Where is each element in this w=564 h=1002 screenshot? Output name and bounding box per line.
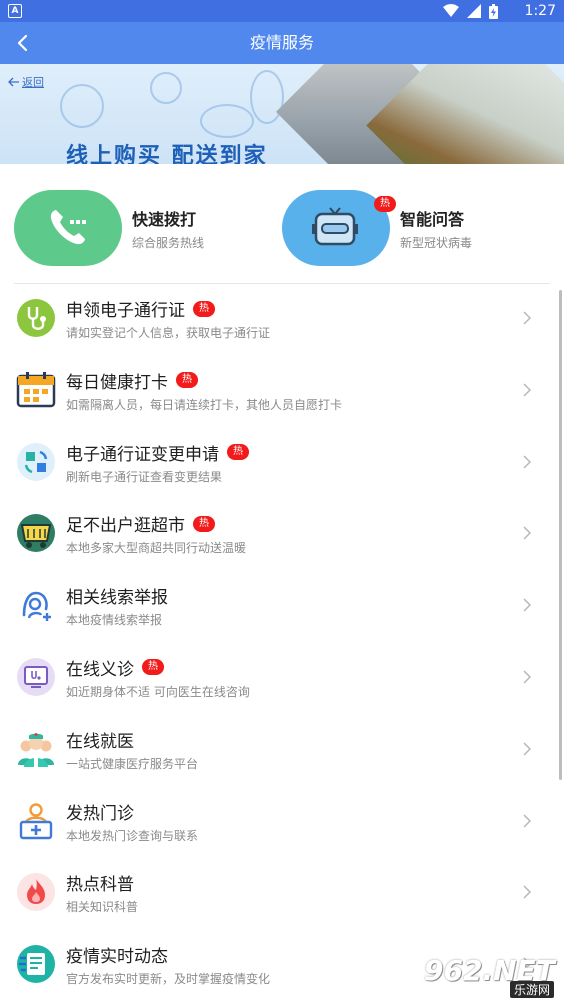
list-item-online-doctor[interactable]: 在线就医 一站式健康医疗服务平台 (0, 715, 564, 787)
chevron-right-icon (523, 742, 532, 756)
scrollbar[interactable] (559, 290, 562, 780)
quick-call-title: 快速拨打 (132, 209, 197, 229)
banner-doodle (250, 70, 284, 124)
item-title: 在线就医 (66, 731, 134, 752)
app-notification-icon: A (8, 4, 22, 18)
list-item-supermarket[interactable]: 足不出户逛超市 热 本地多家大型商超共同行动送温暖 (0, 499, 564, 571)
list-item-science[interactable]: 热点科普 相关知识科普 (0, 858, 564, 930)
quick-call-pill (14, 190, 122, 266)
item-description: 相关知识科普 (66, 900, 139, 915)
smart-qa-card[interactable]: 热 智能问答 新型冠状病毒 (282, 180, 472, 276)
promo-banner[interactable]: 返回 线上购买 配送到家 (0, 64, 564, 164)
item-title: 电子通行证变更申请 (66, 444, 219, 465)
chevron-right-icon (523, 383, 532, 397)
signal-icon (467, 4, 481, 18)
robot-icon (312, 207, 358, 246)
list-item-fever-clinic[interactable]: 发热门诊 本地发热门诊查询与联系 (0, 787, 564, 859)
news-icon (17, 945, 55, 984)
item-description: 如近期身体不适 可向医生在线咨询 (66, 684, 250, 699)
report-user-icon (22, 591, 51, 622)
app-bar: 疫情服务 (0, 22, 564, 64)
hot-badge: 热 (142, 659, 164, 676)
smart-qa-subtitle: 新型冠状病毒 (400, 235, 473, 250)
item-title: 每日健康打卡 (66, 372, 168, 393)
item-title: 在线义诊 (66, 659, 134, 680)
item-description: 请如实登记个人信息，获取电子通行证 (66, 326, 271, 340)
item-title: 发热门诊 (66, 803, 134, 824)
chevron-right-icon (523, 526, 532, 540)
hot-badge: 热 (374, 196, 396, 212)
back-link-label: 返回 (22, 76, 44, 89)
doctors-icon (18, 732, 54, 767)
list-item-e-pass-apply[interactable]: 申领电子通行证 热 请如实登记个人信息，获取电子通行证 (0, 284, 564, 356)
item-title: 足不出户逛超市 (66, 516, 185, 537)
item-description: 本地多家大型商超共同行动送温暖 (66, 541, 247, 556)
hot-badge: 热 (193, 515, 215, 532)
cart-icon (17, 514, 55, 553)
wifi-icon (443, 4, 459, 17)
item-description: 刷新电子通行证查看变更结果 (66, 469, 223, 484)
chevron-right-icon (523, 885, 532, 899)
page-title: 疫情服务 (249, 33, 314, 52)
chevron-right-icon (523, 455, 532, 469)
hot-badge: 热 (193, 300, 215, 317)
watermark-subtitle: 乐游网 (509, 981, 554, 998)
banner-back-link[interactable]: 返回 (8, 74, 44, 90)
watermark-logo: 962.NET 乐游网 (424, 954, 558, 998)
item-title: 疫情实时动态 (66, 947, 168, 968)
item-title: 相关线索举报 (66, 588, 168, 609)
chevron-right-icon (523, 311, 532, 325)
refresh-icon (17, 442, 55, 481)
item-description: 本地疫情线索举报 (66, 613, 163, 628)
status-bar: A 1:27 (0, 0, 564, 22)
hot-badge: 热 (227, 444, 249, 461)
item-description: 如需隔离人员，每日请连续打卡，其他人员自愿打卡 (66, 397, 343, 412)
banner-slogan: 线上购买 配送到家 (66, 144, 268, 164)
medical-kit-icon (19, 802, 53, 839)
hot-badge: 热 (176, 372, 198, 389)
list-item-daily-checkin[interactable]: 每日健康打卡 热 如需隔离人员，每日请连续打卡，其他人员自愿打卡 (0, 356, 564, 428)
list-item-online-consult[interactable]: 在线义诊 热 如近期身体不适 可向医生在线咨询 (0, 643, 564, 715)
monitor-stethoscope-icon (17, 657, 55, 696)
chevron-right-icon (523, 598, 532, 612)
quick-call-subtitle: 综合服务热线 (132, 235, 205, 250)
item-description: 本地发热门诊查询与联系 (66, 828, 199, 843)
banner-doodle (150, 72, 182, 104)
list-item-report[interactable]: 相关线索举报 本地疫情线索举报 (0, 571, 564, 643)
chevron-right-icon (523, 814, 532, 828)
chevron-right-icon (523, 670, 532, 684)
item-description: 官方发布实时更新，及时掌握疫情变化 (66, 972, 271, 987)
item-description: 一站式健康医疗服务平台 (66, 756, 199, 771)
clock: 1:27 (524, 3, 556, 19)
flame-icon (17, 873, 55, 912)
battery-icon (489, 3, 498, 19)
item-title: 热点科普 (66, 875, 134, 896)
smart-qa-pill: 热 (282, 190, 396, 266)
calendar-icon (16, 371, 56, 408)
banner-doodle (200, 104, 254, 138)
phone-icon (50, 210, 86, 245)
list-item-e-pass-change[interactable]: 电子通行证变更申请 热 刷新电子通行证查看变更结果 (0, 428, 564, 500)
stethoscope-icon (17, 299, 55, 337)
status-icons (443, 3, 498, 19)
left-arrow-icon (8, 77, 19, 87)
smart-qa-title: 智能问答 (400, 209, 465, 229)
quick-call-card[interactable]: 快速拨打 综合服务热线 (14, 180, 204, 276)
services-list: 申领电子通行证 热 请如实登记个人信息，获取电子通行证 每日健康打卡 热 如需隔… (0, 284, 564, 1002)
item-title: 申领电子通行证 (66, 301, 185, 321)
banner-doodle (60, 84, 104, 128)
